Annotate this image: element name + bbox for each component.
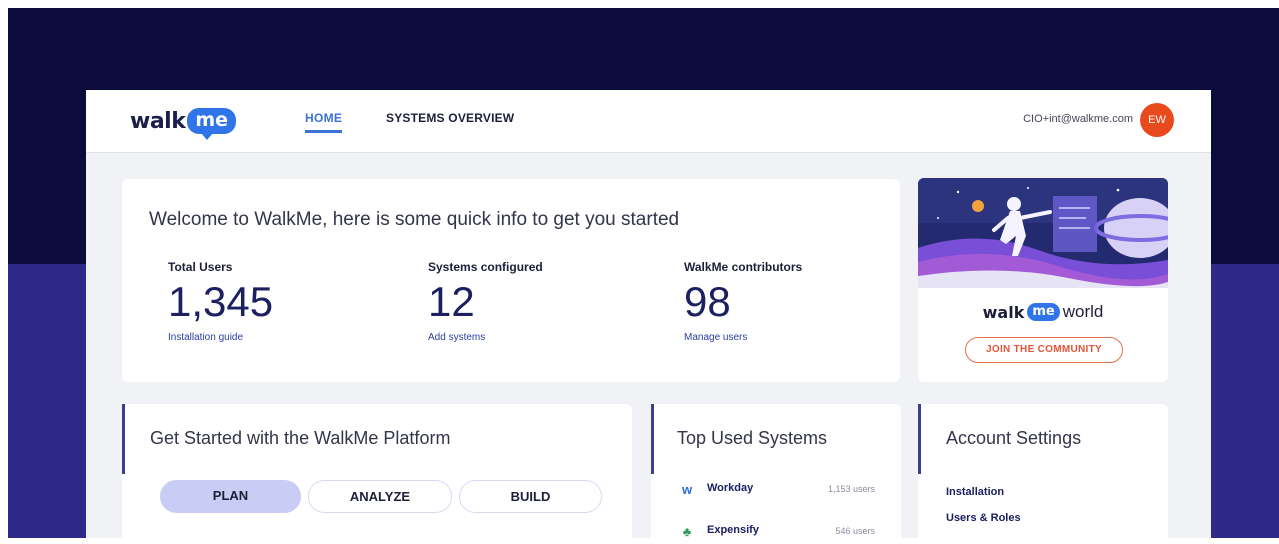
welcome-title: Welcome to WalkMe, here is some quick in…	[149, 209, 680, 230]
installation-guide-link[interactable]: Installation guide	[168, 332, 273, 343]
stat-value: 12	[428, 278, 475, 325]
system-name: Workday	[707, 482, 754, 494]
system-name: Expensify	[707, 524, 759, 536]
top-used-systems-title: Top Used Systems	[677, 428, 828, 448]
logo-text: walk	[130, 108, 186, 134]
promo-logo-world: world	[1062, 302, 1104, 321]
account-settings-title: Account Settings	[946, 428, 1082, 448]
tab-analyze[interactable]: ANALYZE	[308, 480, 452, 513]
avatar[interactable]: EW	[1140, 103, 1174, 137]
stat-label: WalkMe contributors	[684, 260, 803, 274]
nav-tab-home[interactable]: HOME	[305, 111, 343, 133]
logo-bubble: me	[187, 108, 237, 140]
stat-label: Total Users	[168, 260, 233, 274]
app-window: walk me HOME SYSTEMS OVERVIEW CIO+int@wa…	[86, 90, 1211, 544]
get-started-card: Get Started with the WalkMe Platform PLA…	[122, 404, 632, 544]
get-started-title: Get Started with the WalkMe Platform	[150, 428, 451, 448]
system-row-expensify[interactable]: ♣ Expensify 546 users	[679, 522, 875, 542]
stat-label: Systems configured	[428, 260, 543, 274]
promo-logo-me: me	[1027, 303, 1060, 321]
top-navigation-bar: walk me HOME SYSTEMS OVERVIEW CIO+int@wa…	[86, 90, 1211, 153]
stat-walkme-contributors: WalkMe contributors 98 Manage users	[684, 260, 802, 343]
promo-logo-walk: walk	[982, 302, 1025, 322]
workday-icon: w	[681, 482, 693, 497]
join-the-community-button[interactable]: JOIN THE COMMUNITY	[965, 337, 1123, 363]
tab-build[interactable]: BUILD	[459, 480, 602, 513]
add-systems-link[interactable]: Add systems	[428, 332, 543, 343]
card-accent-bar	[918, 404, 921, 474]
stat-total-users: Total Users 1,345 Installation guide	[168, 260, 273, 343]
space-illustration	[918, 178, 1168, 288]
users-and-roles-link[interactable]: Users & Roles	[946, 512, 1021, 524]
walkme-world-logo: walk me world	[918, 302, 1168, 322]
stat-systems-configured: Systems configured 12 Add systems	[428, 260, 543, 343]
welcome-card: Welcome to WalkMe, here is some quick in…	[122, 179, 900, 382]
system-row-workday[interactable]: w Workday 1,153 users	[679, 480, 875, 500]
stat-value: 1,345	[168, 278, 274, 325]
walkme-logo[interactable]: walk me	[130, 104, 237, 140]
installation-link[interactable]: Installation	[946, 486, 1004, 498]
tab-plan[interactable]: PLAN	[160, 480, 301, 513]
stat-value: 98	[684, 278, 731, 325]
account-settings-card: Account Settings Installation Users & Ro…	[918, 404, 1168, 544]
manage-users-link[interactable]: Manage users	[684, 332, 802, 343]
top-used-systems-card: Top Used Systems w Workday 1,153 users ♣…	[651, 404, 901, 544]
walkme-world-promo-card: walk me world JOIN THE COMMUNITY	[918, 178, 1168, 382]
nav-tab-systems-overview[interactable]: SYSTEMS OVERVIEW	[386, 111, 514, 125]
card-accent-bar	[122, 404, 125, 474]
user-email: CIO+int@walkme.com	[1023, 113, 1133, 125]
system-user-count: 1,153 users	[827, 484, 875, 494]
card-accent-bar	[651, 404, 654, 474]
system-user-count: 546 users	[835, 526, 875, 536]
